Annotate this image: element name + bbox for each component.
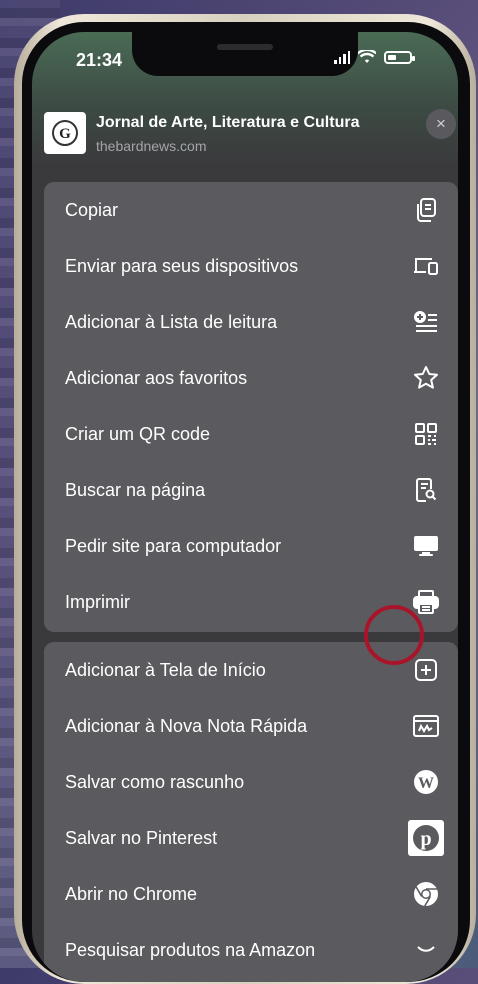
menu-item-favoritos[interactable]: Adicionar aos favoritos: [44, 350, 458, 406]
site-favicon: G: [44, 112, 86, 154]
menu-item-chrome[interactable]: Abrir no Chrome: [44, 866, 458, 922]
menu-item-enviar[interactable]: Enviar para seus dispositivos: [44, 238, 458, 294]
close-icon: ×: [436, 114, 446, 133]
favicon-letter: G: [59, 126, 71, 142]
printer-icon: [412, 588, 440, 616]
menu-item-label: Copiar: [65, 199, 119, 220]
find-in-page-icon: [412, 476, 440, 504]
site-title: Jornal de Arte, Literatura e Cultura: [96, 114, 360, 131]
menu-item-label: Salvar no Pinterest: [65, 827, 218, 848]
menu-item-label: Imprimir: [65, 591, 130, 612]
menu-item-label: Salvar como rascunho: [65, 771, 245, 792]
menu-item-site-computador[interactable]: Pedir site para computador: [44, 518, 458, 574]
wordpress-icon: W: [412, 768, 440, 796]
menu-item-label: Adicionar à Tela de Início: [65, 659, 266, 680]
menu-item-pinterest[interactable]: Salvar no Pinterest p: [44, 810, 458, 866]
menu-item-label: Adicionar aos favoritos: [65, 367, 248, 388]
desktop-icon: [412, 532, 440, 560]
highlight-circle: [364, 605, 424, 665]
phone-screen: 21:34 G Jornal de Arte, Literatura e Cul…: [32, 32, 458, 982]
copy-icon: [412, 196, 440, 224]
menu-item-nota-rapida[interactable]: Adicionar à Nova Nota Rápida: [44, 698, 458, 754]
wifi-icon: [358, 50, 376, 63]
close-button[interactable]: ×: [426, 109, 456, 139]
menu-item-label: Enviar para seus dispositivos: [65, 255, 299, 276]
svg-text:p: p: [420, 828, 431, 850]
svg-text:W: W: [418, 775, 434, 792]
menu-group-extensions: Adicionar à Tela de Início Adicionar à N…: [44, 642, 458, 982]
chevron-icon: [412, 936, 440, 964]
menu-item-rascunho[interactable]: Salvar como rascunho W: [44, 754, 458, 810]
battery-icon: [384, 50, 415, 64]
menu-item-buscar[interactable]: Buscar na página: [44, 462, 458, 518]
reading-list-icon: [412, 308, 440, 336]
menu-item-label: Adicionar à Nova Nota Rápida: [65, 715, 308, 736]
site-url: thebardnews.com: [96, 138, 207, 154]
menu-item-label: Criar um QR code: [65, 423, 211, 444]
devices-icon: [412, 252, 440, 280]
menu-group-actions: Copiar Enviar para seus dispositivos Adi…: [44, 182, 458, 632]
menu-item-label: Pesquisar produtos na Amazon: [65, 939, 316, 960]
qr-code-icon: [412, 420, 440, 448]
speaker: [217, 44, 273, 50]
menu-item-lista-leitura[interactable]: Adicionar à Lista de leitura: [44, 294, 458, 350]
menu-item-copiar[interactable]: Copiar: [44, 182, 458, 238]
menu-item-label: Abrir no Chrome: [65, 883, 198, 904]
menu-item-label: Adicionar à Lista de leitura: [65, 311, 278, 332]
status-time: 21:34: [76, 50, 123, 70]
share-sheet-header: G Jornal de Arte, Literatura e Cultura t…: [44, 112, 444, 174]
quick-note-icon: [412, 712, 440, 740]
chrome-icon: [412, 880, 440, 908]
menu-item-label: Pedir site para computador: [65, 535, 282, 556]
notch: [132, 32, 358, 76]
menu-item-amazon[interactable]: Pesquisar produtos na Amazon: [44, 922, 458, 978]
pinterest-icon: p: [408, 820, 444, 856]
status-icons: [334, 50, 415, 64]
signal-icon: [334, 50, 350, 64]
star-icon: [412, 364, 440, 392]
menu-item-label: Buscar na página: [65, 479, 206, 500]
menu-item-qr-code[interactable]: Criar um QR code: [44, 406, 458, 462]
add-square-icon: [412, 656, 440, 684]
